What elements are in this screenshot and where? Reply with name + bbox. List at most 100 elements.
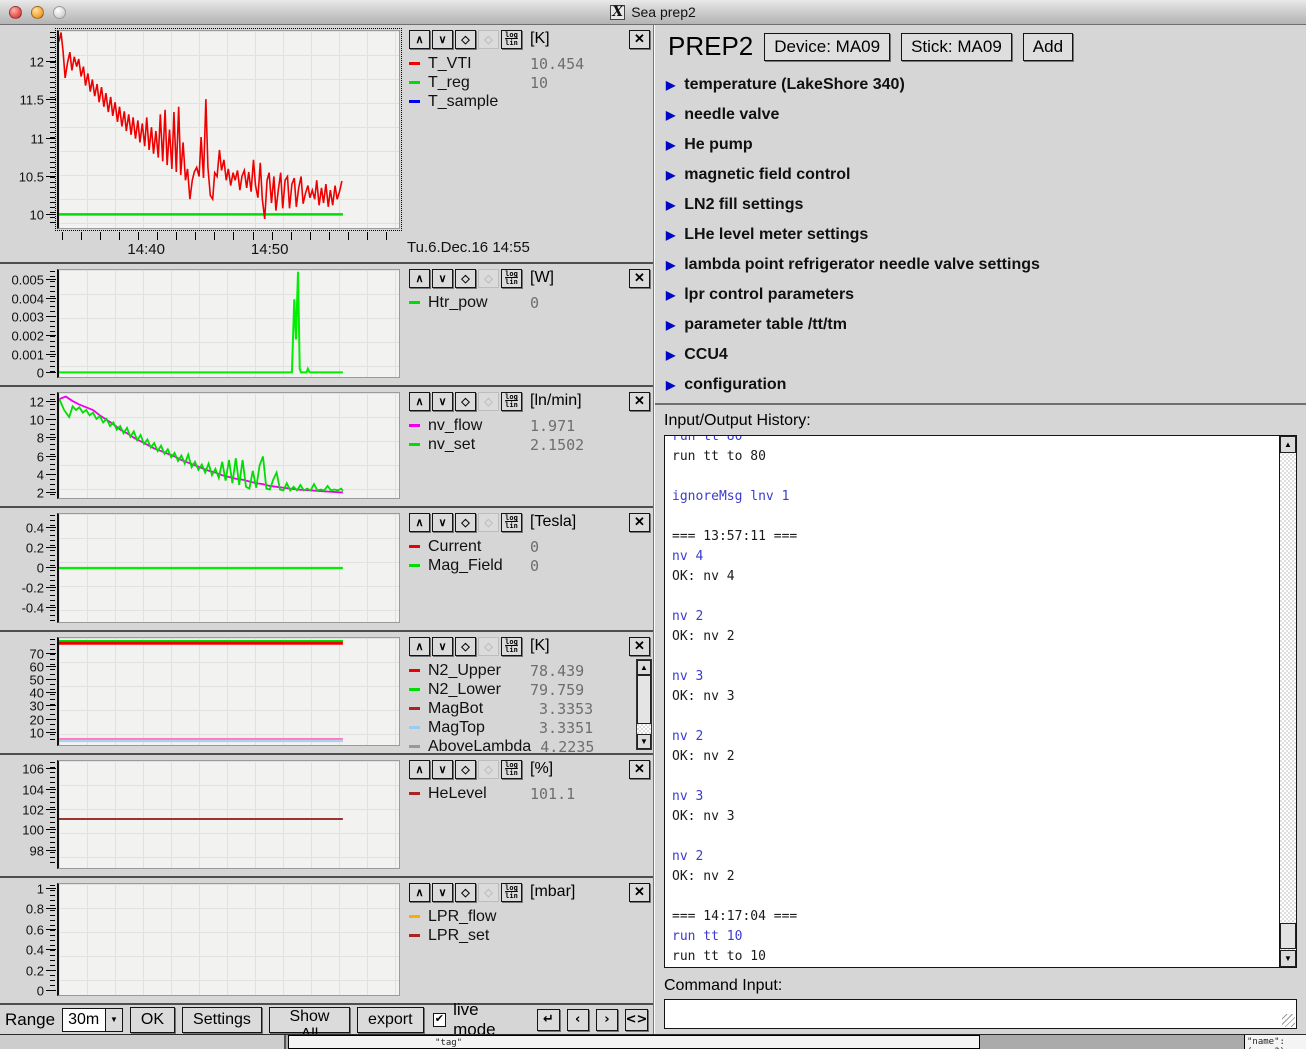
log-lin-toggle-button[interactable]: loglin [501,269,522,288]
show-all-button[interactable]: Show All [269,1007,350,1033]
close-chart-button[interactable]: ✕ [629,513,650,532]
tree-expand-arrow-icon[interactable]: ▶ [666,78,675,92]
io-history-box[interactable]: run tt 80run tt to 80 ignoreMsg lnv 1 ==… [664,435,1297,968]
scale-up-button[interactable]: ∧ [409,513,430,532]
dropdown-arrow-icon[interactable]: ▼ [105,1009,122,1031]
autoscale-x-button[interactable]: ◇ [478,269,499,288]
legend-scrollbar[interactable]: ▲ ▼ [636,659,652,750]
add-button[interactable]: Add [1023,33,1073,61]
resize-grip[interactable] [1282,1014,1295,1027]
plot-area[interactable] [57,637,400,746]
export-button[interactable]: export [357,1007,423,1033]
scale-up-button[interactable]: ∧ [409,883,430,902]
tree-expand-arrow-icon[interactable]: ▶ [666,318,675,332]
plot-area[interactable] [57,513,400,623]
tree-item-temperature-lakeshore-340[interactable]: ▶temperature (LakeShore 340) [666,70,1306,100]
scroll-down-icon[interactable]: ▼ [1280,950,1296,967]
plot-area[interactable] [57,883,400,996]
autoscale-x-button[interactable]: ◇ [478,760,499,779]
plot-area[interactable] [57,760,400,869]
log-lin-toggle-button[interactable]: loglin [501,760,522,779]
settings-button[interactable]: Settings [182,1007,262,1033]
stick-button[interactable]: Stick: MA09 [901,33,1012,61]
scale-up-button[interactable]: ∧ [409,269,430,288]
tree-expand-arrow-icon[interactable]: ▶ [666,348,675,362]
tree-item-lpr-control-parameters[interactable]: ▶lpr control parameters [666,280,1306,310]
nav-zoom-x-button[interactable]: <> [625,1009,648,1031]
plot-area[interactable] [57,269,400,378]
tree-expand-arrow-icon[interactable]: ▶ [666,378,675,392]
tree-expand-arrow-icon[interactable]: ▶ [666,288,675,302]
scroll-up-icon[interactable]: ▲ [1280,436,1296,453]
tree-item-lambda-point-refrigerator-needle-valve-settings[interactable]: ▶lambda point refrigerator needle valve … [666,250,1306,280]
log-lin-toggle-button[interactable]: loglin [501,883,522,902]
legend-item[interactable]: MagTop 3.3351 [409,718,650,737]
scale-up-button[interactable]: ∧ [409,392,430,411]
titlebar[interactable]: X Sea prep2 [0,0,1306,25]
autoscale-y-button[interactable]: ◇ [455,269,476,288]
tree-expand-arrow-icon[interactable]: ▶ [666,258,675,272]
scale-down-button[interactable]: ∨ [432,513,453,532]
scroll-down-icon[interactable]: ▼ [637,734,651,749]
log-lin-toggle-button[interactable]: loglin [501,637,522,656]
close-chart-button[interactable]: ✕ [629,760,650,779]
tree-expand-arrow-icon[interactable]: ▶ [666,108,675,122]
legend-item[interactable]: T_reg10 [409,73,650,92]
tree-item-ccu4[interactable]: ▶CCU4 [666,340,1306,370]
tree-expand-arrow-icon[interactable]: ▶ [666,198,675,212]
nav-return-button[interactable]: ↵ [537,1009,559,1031]
tree-item-parameter-table-tt-tm[interactable]: ▶parameter table /tt/tm [666,310,1306,340]
scale-down-button[interactable]: ∨ [432,883,453,902]
scroll-up-icon[interactable]: ▲ [637,660,651,675]
legend-item[interactable]: LPR_flow [409,907,650,926]
scale-up-button[interactable]: ∧ [409,637,430,656]
close-chart-button[interactable]: ✕ [629,883,650,902]
legend-item[interactable]: HeLevel101.1 [409,784,650,803]
legend-item[interactable]: Mag_Field0 [409,556,650,575]
log-lin-toggle-button[interactable]: loglin [501,513,522,532]
nav-step-back-button[interactable]: ‹ [567,1009,589,1031]
legend-item[interactable]: N2_Lower79.759 [409,680,650,699]
close-chart-button[interactable]: ✕ [629,392,650,411]
legend-item[interactable]: Htr_pow0 [409,293,650,312]
nav-step-forward-button[interactable]: › [596,1009,618,1031]
autoscale-y-button[interactable]: ◇ [455,392,476,411]
tree-item-he-pump[interactable]: ▶He pump [666,130,1306,160]
autoscale-y-button[interactable]: ◇ [455,30,476,49]
tree-item-ln2-fill-settings[interactable]: ▶LN2 fill settings [666,190,1306,220]
autoscale-y-button[interactable]: ◇ [455,883,476,902]
legend-item[interactable]: Current0 [409,537,650,556]
history-scrollbar[interactable]: ▲ ▼ [1279,436,1296,967]
scale-down-button[interactable]: ∨ [432,30,453,49]
scale-down-button[interactable]: ∨ [432,269,453,288]
autoscale-y-button[interactable]: ◇ [455,760,476,779]
command-input[interactable] [665,1000,1296,1028]
scale-down-button[interactable]: ∨ [432,392,453,411]
autoscale-x-button[interactable]: ◇ [478,513,499,532]
legend-item[interactable]: N2_Upper78.439 [409,661,650,680]
legend-item[interactable]: nv_flow1.971 [409,416,650,435]
legend-item[interactable]: LPR_set [409,926,650,945]
minimize-window-button[interactable] [31,6,44,19]
legend-item[interactable]: T_sample [409,92,650,111]
ok-button[interactable]: OK [130,1007,175,1033]
autoscale-x-button[interactable]: ◇ [478,30,499,49]
autoscale-y-button[interactable]: ◇ [455,513,476,532]
log-lin-toggle-button[interactable]: loglin [501,392,522,411]
scale-up-button[interactable]: ∧ [409,30,430,49]
log-lin-toggle-button[interactable]: loglin [501,30,522,49]
autoscale-y-button[interactable]: ◇ [455,637,476,656]
legend-item[interactable]: T_VTI10.454 [409,54,650,73]
scrollbar-thumb[interactable] [1280,923,1296,949]
tree-expand-arrow-icon[interactable]: ▶ [666,138,675,152]
tree-item-needle-valve[interactable]: ▶needle valve [666,100,1306,130]
scrollbar-thumb[interactable] [637,675,651,724]
close-chart-button[interactable]: ✕ [629,30,650,49]
live-mode-checkbox[interactable]: ✔ [433,1013,447,1027]
legend-item[interactable]: MagBot 3.3353 [409,699,650,718]
autoscale-x-button[interactable]: ◇ [478,883,499,902]
range-dropdown[interactable]: 30m ▼ [62,1008,123,1032]
plot-area[interactable] [57,30,400,229]
tree-item-magnetic-field-control[interactable]: ▶magnetic field control [666,160,1306,190]
tree-expand-arrow-icon[interactable]: ▶ [666,168,675,182]
